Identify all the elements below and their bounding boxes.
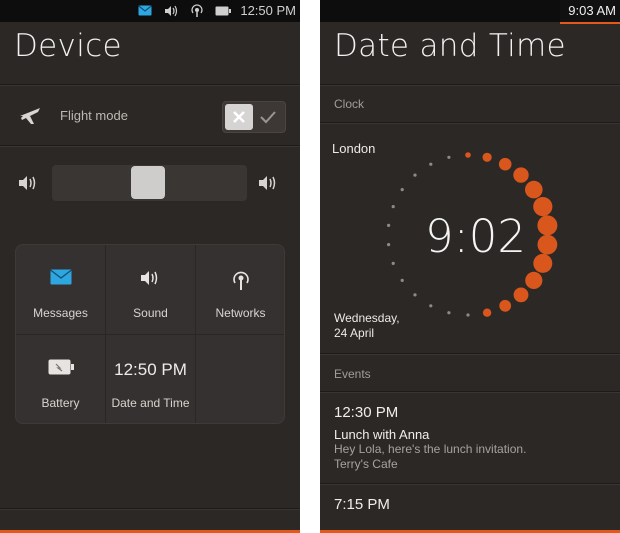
divider <box>320 391 620 393</box>
event-time: 7:15 PM <box>334 496 390 513</box>
speaker-icon <box>165 5 178 17</box>
status-time: 12:50 PM <box>240 3 296 18</box>
volume-slider[interactable] <box>52 165 247 201</box>
envelope-icon <box>138 5 152 16</box>
dial-dot <box>400 188 404 192</box>
divider <box>320 353 620 355</box>
tile-label: Battery <box>41 396 80 410</box>
dial-dot <box>482 308 492 317</box>
dial-dot <box>447 311 451 315</box>
tile-time-display: 12:50 PM <box>114 360 187 379</box>
event-time: 12:30 PM <box>334 404 399 421</box>
dial-dot <box>482 152 492 162</box>
flight-mode-toggle[interactable] <box>222 101 286 133</box>
tile-sound[interactable]: Sound <box>106 245 195 334</box>
dial-dot <box>525 271 543 289</box>
slider-thumb[interactable] <box>131 166 165 199</box>
divider <box>0 145 300 147</box>
battery-icon <box>215 6 231 16</box>
dial-dot <box>513 167 529 183</box>
tile-label: Messages <box>33 306 88 320</box>
dial-dot <box>413 293 417 297</box>
clock-time: 9:02 <box>425 210 527 263</box>
dial-dot <box>413 173 417 177</box>
speaker-icon <box>140 271 157 285</box>
event-description: Hey Lola, here's the lunch invitation. <box>334 442 527 456</box>
dial-dot <box>429 304 433 308</box>
dial-dot <box>525 180 543 199</box>
device-screen: 12:50 PM Device Flight mode Messages Sou… <box>0 0 300 533</box>
envelope-icon <box>49 269 72 285</box>
dial-dot <box>391 205 395 209</box>
date-and-time-screen: 9:03 AM Date and Time Clock London 9:02 … <box>320 0 620 533</box>
dial-dot <box>533 253 553 273</box>
volume-low-icon <box>19 176 36 190</box>
volume-high-icon <box>259 176 276 190</box>
city-label: London <box>332 141 376 156</box>
dial-dot <box>513 287 529 303</box>
dial-dot <box>537 234 558 255</box>
dial-dot <box>498 157 512 171</box>
dial-dot <box>391 261 395 265</box>
tile-messages[interactable]: Messages <box>16 245 105 334</box>
network-icon <box>191 4 203 17</box>
flight-mode-label: Flight mode <box>60 108 128 123</box>
tile-label: Sound <box>133 306 168 320</box>
section-header-clock: Clock <box>334 97 365 111</box>
event-title: Lunch with Anna <box>334 427 430 442</box>
dial-dot <box>400 278 404 282</box>
divider <box>320 483 620 485</box>
tile-networks[interactable]: Networks <box>196 245 285 334</box>
tile-label: Date and Time <box>111 396 190 410</box>
section-header-events: Events <box>334 367 371 381</box>
status-bar[interactable]: 12:50 PM <box>0 0 300 22</box>
tile-label: Networks <box>215 306 266 320</box>
page-title: Date and Time <box>334 28 566 64</box>
clock-date: Wednesday, 24 April <box>334 311 400 341</box>
divider <box>0 84 300 86</box>
event-location: Terry's Cafe <box>334 457 398 471</box>
battery-icon <box>48 359 74 375</box>
dial-dot <box>533 197 553 217</box>
date-day: 24 April <box>334 326 375 340</box>
check-icon <box>260 111 276 124</box>
divider <box>320 84 620 86</box>
dial-dot <box>466 313 470 317</box>
dial-dot <box>499 299 512 312</box>
tile-battery[interactable]: Battery <box>16 335 105 424</box>
airplane-icon <box>20 108 40 124</box>
status-time: 9:03 AM <box>568 3 616 18</box>
dial-dot <box>447 155 451 159</box>
divider <box>0 508 300 510</box>
dial-dot <box>387 243 391 247</box>
toggle-knob <box>225 104 253 130</box>
close-icon <box>233 111 245 123</box>
dial-dot <box>465 152 471 158</box>
page-title: Device <box>14 28 122 64</box>
settings-grid: Messages Sound Networks Battery 12:50 PM… <box>15 244 285 424</box>
dial-dot <box>429 162 433 166</box>
status-bar[interactable]: 9:03 AM <box>320 0 620 24</box>
network-icon <box>232 271 249 290</box>
tile-date-and-time[interactable]: 12:50 PM Date and Time <box>106 335 195 424</box>
dial-dot <box>387 223 391 227</box>
divider <box>320 122 620 124</box>
date-weekday: Wednesday, <box>334 311 400 325</box>
dial-dot <box>537 215 558 236</box>
